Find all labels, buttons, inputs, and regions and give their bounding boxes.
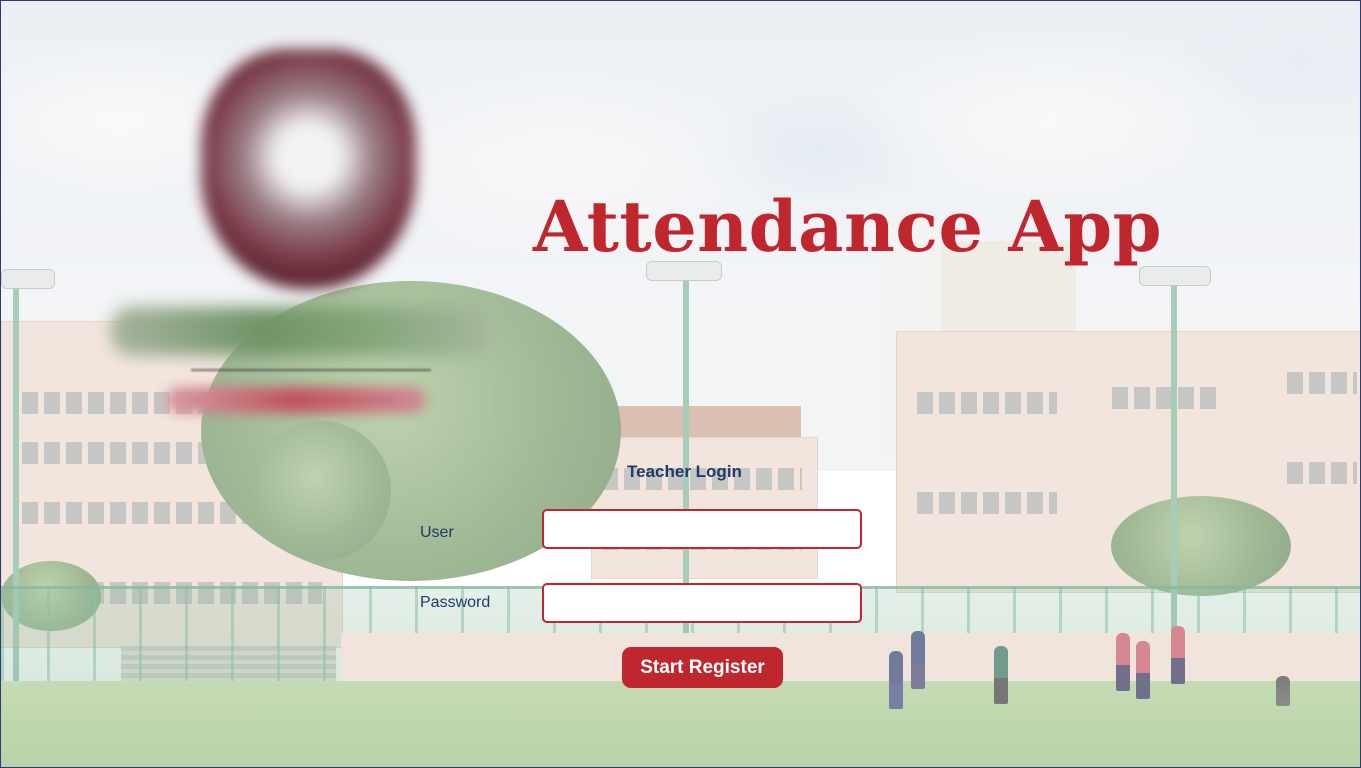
login-screen: Attendance App Teacher Login User Passwo…	[0, 0, 1361, 768]
password-label: Password	[420, 594, 491, 611]
divider	[191, 369, 431, 371]
user-input[interactable]	[542, 509, 862, 549]
school-crest-icon	[201, 49, 416, 289]
start-register-button[interactable]: Start Register	[622, 647, 783, 688]
app-title: Attendance App	[533, 185, 1163, 268]
login-heading: Teacher Login	[627, 462, 742, 481]
school-name-blurred	[111, 307, 491, 355]
password-input[interactable]	[542, 583, 862, 623]
school-tagline-blurred	[166, 387, 426, 413]
user-label: User	[420, 524, 454, 541]
